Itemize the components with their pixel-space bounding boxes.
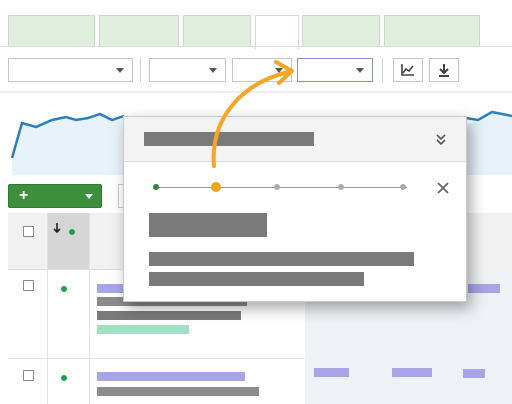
double-chevron-down-icon[interactable] — [434, 132, 448, 146]
chart-toggle-button[interactable] — [393, 58, 423, 82]
metric-value — [392, 368, 432, 377]
metric-value — [463, 369, 485, 378]
onboarding-popup — [123, 116, 467, 302]
chevron-down-icon — [275, 68, 283, 73]
select-all-checkbox[interactable] — [23, 226, 34, 237]
popup-heading — [149, 213, 267, 237]
filter-dropdown-4[interactable] — [297, 58, 373, 82]
status-dot-icon — [61, 375, 67, 381]
toolbar-separator — [382, 58, 383, 82]
chevron-down-icon — [209, 68, 217, 73]
close-icon[interactable] — [437, 182, 449, 194]
step-1[interactable] — [153, 184, 159, 190]
sorted-column-header[interactable] — [48, 213, 89, 269]
filter-dropdown-3[interactable] — [232, 58, 292, 82]
step-3[interactable] — [274, 184, 280, 190]
line-chart-icon — [401, 64, 414, 76]
chart-area — [466, 112, 512, 175]
status-dot-icon — [69, 229, 75, 235]
column-divider — [47, 213, 48, 404]
tab-1[interactable] — [8, 15, 95, 47]
popup-body-line — [149, 272, 364, 286]
row-name-link[interactable] — [97, 284, 125, 293]
metric-value — [314, 368, 349, 377]
chevron-down-icon — [85, 194, 93, 199]
tab-5[interactable] — [302, 15, 380, 47]
toolbar-separator — [140, 58, 141, 82]
filter-dropdown-2[interactable] — [149, 58, 226, 82]
tab-divider — [0, 46, 512, 47]
status-dot-icon — [61, 286, 67, 292]
tab-3[interactable] — [183, 15, 251, 47]
tab-2[interactable] — [99, 15, 179, 47]
filter-dropdown-1[interactable] — [8, 58, 133, 82]
tab-active[interactable] — [255, 15, 299, 49]
download-button[interactable] — [429, 58, 459, 82]
tab-6[interactable] — [384, 15, 480, 47]
step-4[interactable] — [338, 184, 344, 190]
download-icon — [439, 64, 449, 77]
popup-header — [124, 117, 466, 162]
step-5[interactable] — [400, 184, 406, 190]
chart-area — [12, 114, 124, 175]
chevron-down-icon — [116, 68, 124, 73]
popup-title — [144, 132, 314, 146]
row-checkbox[interactable] — [23, 280, 34, 291]
sort-arrow-icon — [53, 223, 61, 234]
row-checkbox[interactable] — [23, 370, 34, 381]
chevron-down-icon — [356, 68, 364, 73]
row-status-label — [97, 325, 189, 334]
row-detail-text — [97, 311, 241, 320]
column-divider — [89, 213, 90, 404]
row-name-link[interactable] — [97, 372, 245, 381]
add-button[interactable]: + — [8, 184, 102, 208]
metric-value — [468, 284, 500, 293]
step-2-current[interactable] — [211, 182, 221, 192]
stepper-line — [158, 187, 407, 188]
plus-icon: + — [19, 187, 29, 204]
row-detail-text — [97, 387, 259, 396]
popup-body-line — [149, 252, 414, 266]
